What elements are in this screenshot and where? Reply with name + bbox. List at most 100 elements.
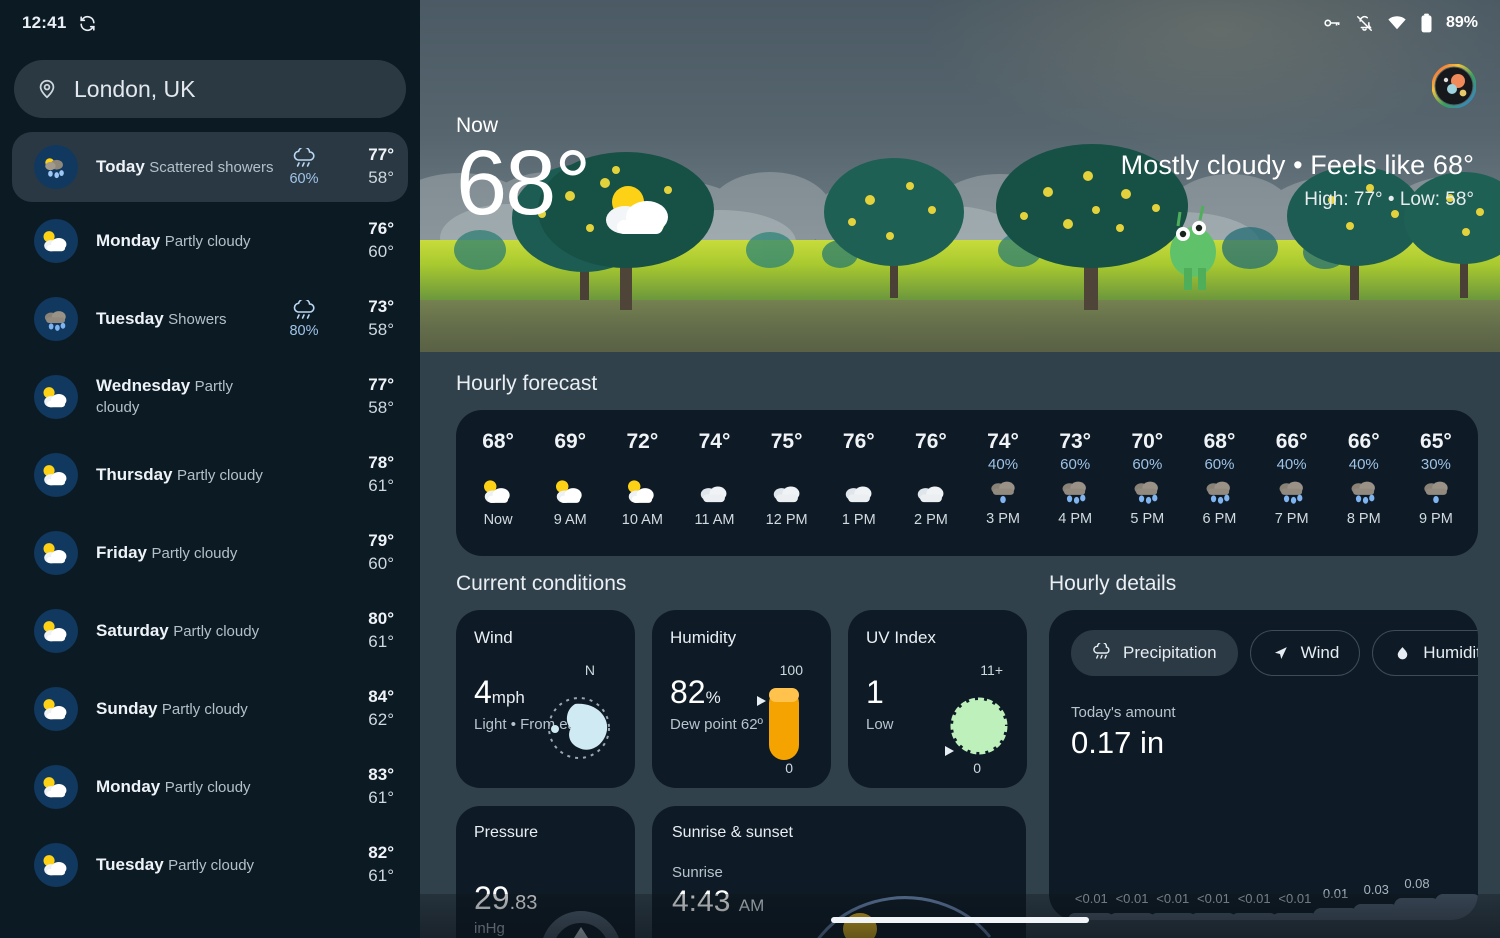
daily-row-low: 60° bbox=[368, 242, 394, 261]
uv-index-card[interactable]: UV Index 1 Low 11+ 0 bbox=[848, 610, 1027, 788]
weather-app: 12:41 London, UK Today Scattered showers… bbox=[0, 0, 1500, 938]
hourly-temp: 74° bbox=[987, 430, 1019, 453]
todays-amount-value: 0.17 in bbox=[1071, 725, 1165, 760]
hourly-temp: 66° bbox=[1275, 430, 1308, 453]
hourly-precip: 60% bbox=[1132, 456, 1163, 473]
humidity-unit: % bbox=[705, 688, 721, 707]
hourly-forecast-item[interactable]: 75° 12 PM bbox=[751, 410, 823, 556]
hourly-time-label: 4 PM bbox=[1058, 511, 1093, 527]
hourly-details-section: Hourly details Precipitation Wind Humidi… bbox=[1049, 572, 1478, 938]
wind-card-title: Wind bbox=[474, 628, 513, 647]
refresh-icon[interactable] bbox=[78, 14, 97, 33]
hourly-details-tab-precipitation[interactable]: Precipitation bbox=[1071, 630, 1238, 676]
humidity-card[interactable]: Humidity 82% Dew point 62º 100 0 bbox=[652, 610, 831, 788]
wind-unit: mph bbox=[491, 688, 525, 707]
daily-row-temps: 77° 58° bbox=[342, 144, 394, 190]
hourly-forecast-item[interactable]: 73° 60% 4 PM bbox=[1039, 410, 1111, 556]
daily-forecast-row[interactable]: Monday Partly cloudy 76° 60° bbox=[0, 202, 420, 280]
daily-row-condition: Partly cloudy bbox=[151, 544, 238, 562]
daily-row-temps: 83° 61° bbox=[342, 764, 394, 810]
hourly-time-label: Now bbox=[483, 512, 513, 528]
daily-row-temps: 76° 60° bbox=[342, 218, 394, 264]
hourly-time-label: 7 PM bbox=[1274, 511, 1309, 527]
daily-row-low: 58° bbox=[368, 168, 394, 187]
home-gesture-pill[interactable] bbox=[831, 917, 1089, 923]
daily-row-condition: Partly cloudy bbox=[164, 232, 251, 250]
daily-forecast-row[interactable]: Tuesday Partly cloudy 82° 61° bbox=[0, 826, 420, 904]
hourly-time-label: 1 PM bbox=[841, 512, 876, 528]
daily-row-precip-value: 80% bbox=[289, 322, 319, 339]
hero-high-low: High: 77° • Low: 58° bbox=[1304, 189, 1474, 210]
droplet-icon bbox=[1393, 644, 1412, 663]
hourly-forecast-item[interactable]: 66° 40% 8 PM bbox=[1328, 410, 1400, 556]
daily-row-text: Tuesday Partly cloudy bbox=[96, 854, 276, 877]
daily-row-high: 79° bbox=[368, 531, 394, 551]
hourly-details-tabs: Precipitation Wind Humidity bbox=[1071, 630, 1478, 676]
humidity-value: 82 bbox=[670, 674, 706, 710]
hourly-forecast-card[interactable]: 68° Now69° 9 AM72° 10 AM74° 11 AM75° bbox=[456, 410, 1478, 556]
daily-row-high: 84° bbox=[368, 687, 394, 707]
hourly-details-tab-wind[interactable]: Wind bbox=[1249, 630, 1361, 676]
hourly-forecast-item[interactable]: 76° 1 PM bbox=[823, 410, 895, 556]
location-search-box[interactable]: London, UK bbox=[14, 60, 406, 118]
daily-row-text: Saturday Partly cloudy bbox=[96, 620, 276, 643]
hourly-forecast-item[interactable]: 70° 60% 5 PM bbox=[1111, 410, 1183, 556]
key-icon bbox=[1322, 13, 1342, 33]
uv-gauge-min: 0 bbox=[973, 760, 981, 776]
current-conditions-section: Current conditions Wind 4mph Light • Fro… bbox=[456, 572, 1027, 938]
daily-forecast-row[interactable]: Saturday Partly cloudy 80° 61° bbox=[0, 592, 420, 670]
hourly-forecast-item[interactable]: 69° 9 AM bbox=[534, 410, 606, 556]
partly-cloudy-icon bbox=[552, 474, 588, 510]
daily-forecast-row[interactable]: Wednesday Partly cloudy 77° 58° bbox=[0, 358, 420, 436]
hourly-precip: 40% bbox=[1348, 456, 1379, 473]
tab-label: Precipitation bbox=[1123, 643, 1217, 662]
daily-row-day: Tuesday bbox=[96, 308, 164, 328]
daily-row-text: Thursday Partly cloudy bbox=[96, 464, 276, 487]
wind-card[interactable]: Wind 4mph Light • From east N bbox=[456, 610, 635, 788]
partly-cloudy-icon bbox=[624, 474, 660, 510]
status-bar-left: 12:41 bbox=[0, 0, 420, 46]
hourly-temp: 72° bbox=[626, 430, 659, 453]
hero-temperature: 68° bbox=[456, 132, 591, 234]
hourly-temp: 74° bbox=[698, 430, 731, 453]
rain-cloud-icon bbox=[276, 297, 332, 320]
daily-row-day: Sunday bbox=[96, 698, 158, 718]
current-conditions-title: Current conditions bbox=[456, 572, 627, 595]
hero-banner: 89% Now 68° Mostly cloudy • Feels like 6… bbox=[420, 0, 1500, 352]
hourly-forecast-item[interactable]: 68° 60% 6 PM bbox=[1183, 410, 1255, 556]
hourly-temp: 76° bbox=[842, 430, 875, 453]
cloudy-icon bbox=[841, 474, 877, 510]
hourly-forecast-item[interactable]: 74° 11 AM bbox=[678, 410, 750, 556]
daily-forecast-row[interactable]: Today Scattered showers 60% 77° 58° bbox=[12, 132, 408, 202]
partly-cloudy-icon bbox=[34, 843, 78, 887]
hourly-forecast-item[interactable]: 68° Now bbox=[462, 410, 534, 556]
hourly-forecast-item[interactable]: 76° 2 PM bbox=[895, 410, 967, 556]
daily-row-temps: 79° 60° bbox=[342, 530, 394, 576]
daily-forecast-row[interactable]: Tuesday Showers 80% 73° 58° bbox=[0, 280, 420, 358]
notifications-off-icon bbox=[1355, 14, 1374, 33]
daily-row-low: 62° bbox=[368, 710, 394, 729]
daily-row-day: Friday bbox=[96, 542, 148, 562]
pressure-card-title: Pressure bbox=[474, 824, 539, 841]
daily-row-text: Monday Partly cloudy bbox=[96, 230, 276, 253]
hourly-temp: 66° bbox=[1347, 430, 1380, 453]
uv-card-title: UV Index bbox=[866, 628, 936, 647]
avatar[interactable] bbox=[1431, 63, 1477, 109]
daily-forecast-row[interactable]: Monday Partly cloudy 83° 61° bbox=[0, 748, 420, 826]
daily-forecast-row[interactable]: Sunday Partly cloudy 84° 62° bbox=[0, 670, 420, 748]
hourly-time-label: 2 PM bbox=[913, 512, 948, 528]
hourly-forecast-item[interactable]: 66° 40% 7 PM bbox=[1256, 410, 1328, 556]
status-bar-right: 89% bbox=[1322, 0, 1500, 46]
hourly-forecast-item[interactable]: 65° 30% 9 PM bbox=[1400, 410, 1472, 556]
hourly-forecast-item[interactable]: 74° 40% 3 PM bbox=[967, 410, 1039, 556]
hourly-details-tab-humidity[interactable]: Humidity bbox=[1372, 630, 1478, 676]
daily-row-temps: 84° 62° bbox=[342, 686, 394, 732]
daily-forecast-row[interactable]: Thursday Partly cloudy 78° 61° bbox=[0, 436, 420, 514]
precipitation-icon bbox=[1092, 643, 1112, 663]
hourly-precip: 40% bbox=[1276, 456, 1307, 473]
battery-percent: 89% bbox=[1445, 14, 1478, 31]
daily-row-day: Saturday bbox=[96, 620, 169, 640]
humidity-gauge-min: 0 bbox=[785, 760, 793, 776]
daily-forecast-row[interactable]: Friday Partly cloudy 79° 60° bbox=[0, 514, 420, 592]
hourly-forecast-item[interactable]: 72° 10 AM bbox=[606, 410, 678, 556]
